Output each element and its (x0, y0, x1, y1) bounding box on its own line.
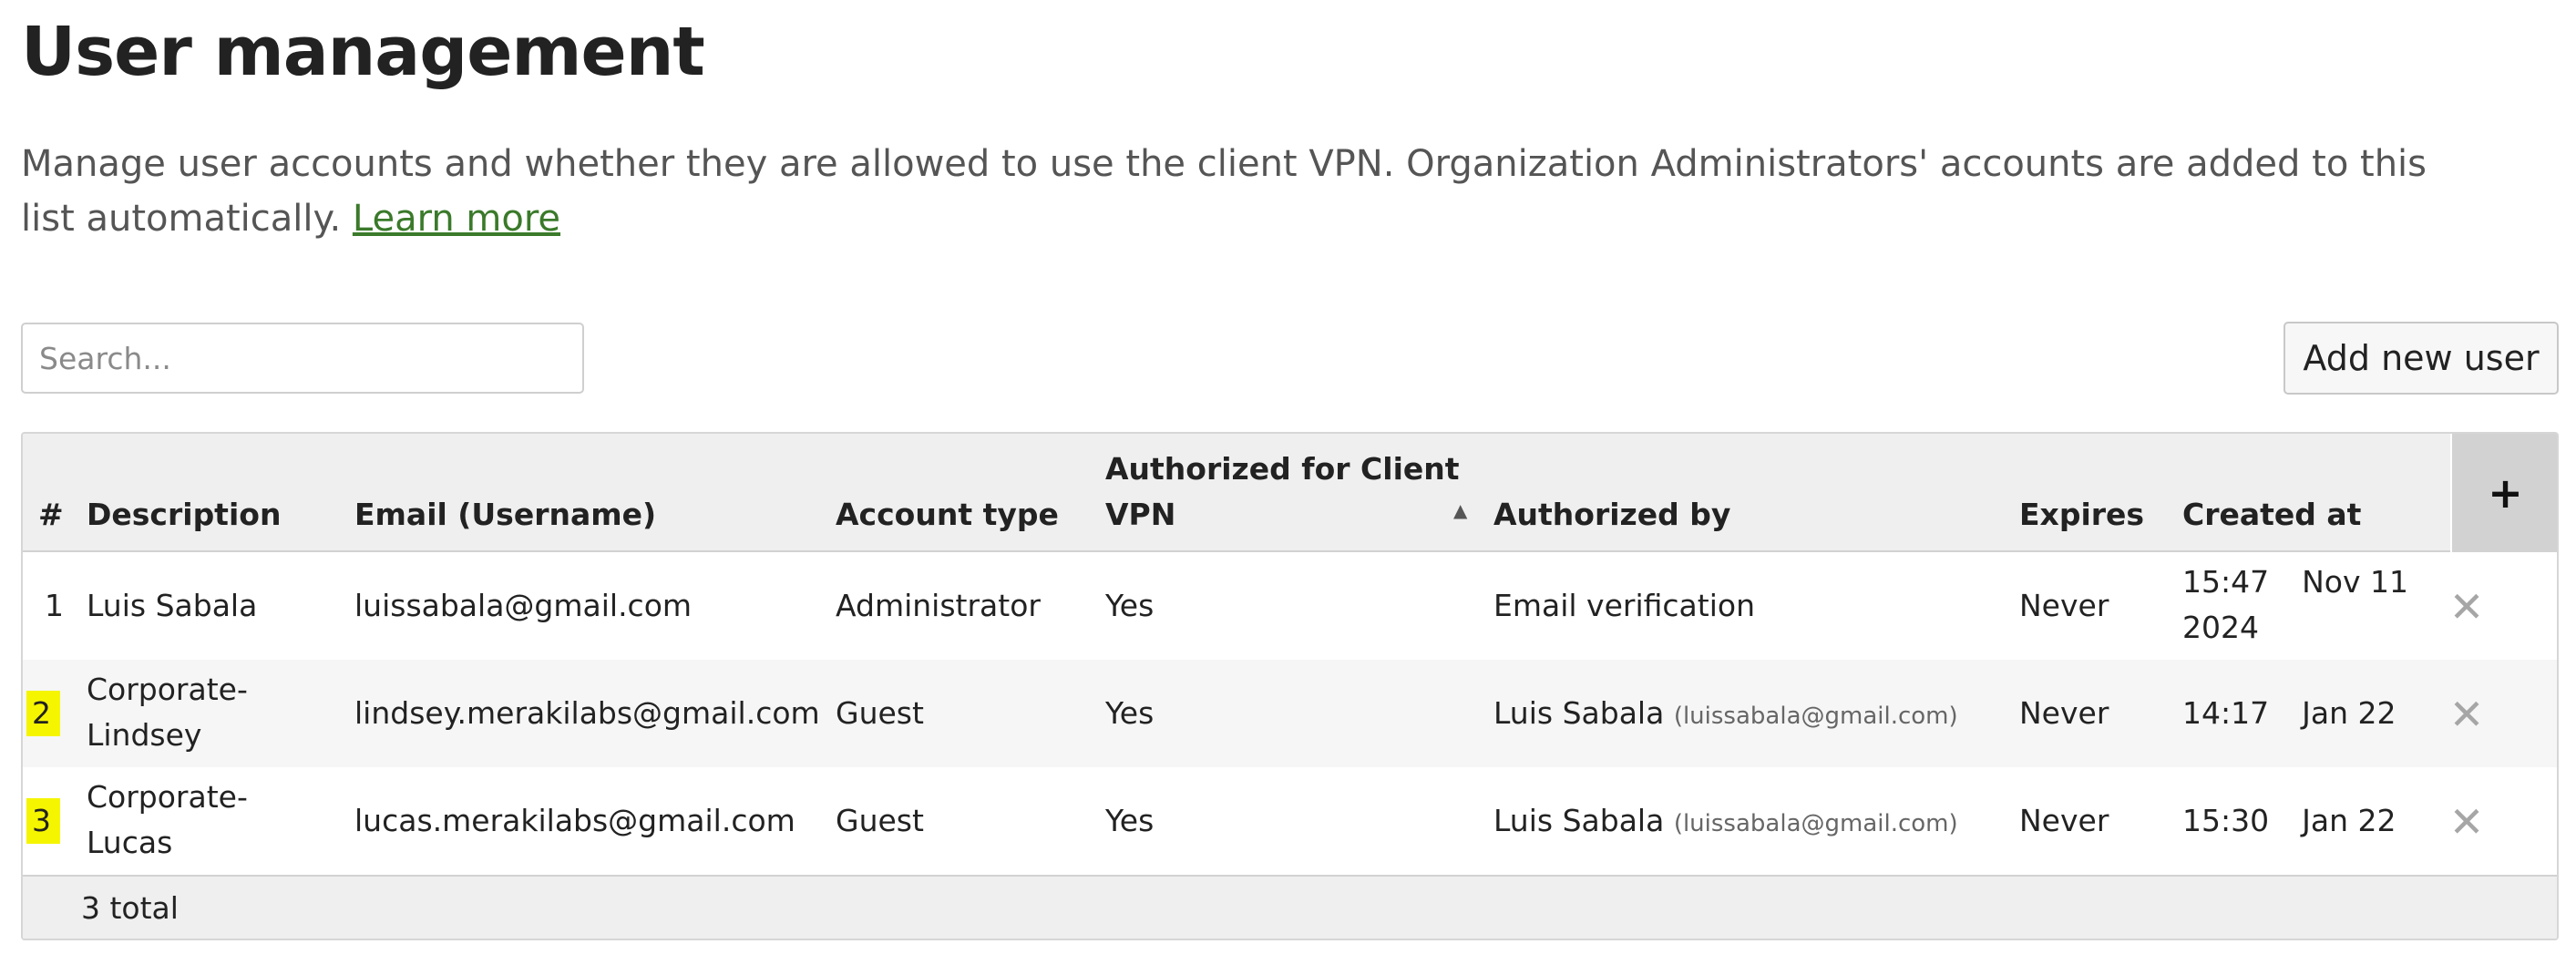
row-authorized-by: Luis Sabala (luissabala@gmail.com) (1493, 691, 1958, 739)
row-index-highlight: 2 (26, 691, 60, 736)
column-header-vpn-line1: Authorized for Client (1105, 451, 1460, 487)
column-header-description[interactable]: Description (87, 492, 281, 538)
row-created-time: 15:30 (2182, 803, 2270, 838)
row-created-at: 15:47 Nov 11 2024 (2182, 559, 2408, 651)
row-email: lindsey.merakilabs@gmail.com (354, 695, 820, 731)
table-row: 3 Corporate- Lucas lucas.merakilabs@gmai… (23, 767, 2557, 875)
row-created-date: Jan 22 (2302, 695, 2396, 731)
row-description: Luis Sabala (87, 588, 258, 623)
row-created-date: Nov 11 (2302, 564, 2408, 600)
column-header-expires[interactable]: Expires (2019, 492, 2144, 538)
row-index: 1 (45, 588, 64, 623)
column-header-email[interactable]: Email (Username) (354, 492, 656, 538)
row-created-date: Jan 22 (2302, 803, 2396, 838)
page-title: User management (21, 13, 705, 91)
column-header-index[interactable]: # (38, 492, 64, 538)
row-authorized-by-name: Luis Sabala (1493, 803, 1665, 838)
close-icon[interactable]: ✕ (2439, 795, 2494, 849)
row-index: 3 (26, 798, 60, 844)
row-authorized-vpn: Yes (1105, 588, 1155, 623)
column-header-authorized-by[interactable]: Authorized by (1493, 492, 1730, 538)
row-created-time: 15:47 (2182, 564, 2270, 600)
add-new-user-button[interactable]: Add new user (2284, 322, 2559, 395)
row-account-type: Administrator (836, 588, 1041, 623)
row-authorized-by-email: (luissabala@gmail.com) (1673, 703, 1958, 730)
row-authorized-vpn: Yes (1105, 695, 1155, 731)
row-authorized-by-email: (luissabala@gmail.com) (1673, 810, 1958, 837)
row-created-at: 14:17 Jan 22 (2182, 691, 2396, 736)
column-header-account-type[interactable]: Account type (836, 492, 1059, 538)
page-description: Manage user accounts and whether they ar… (21, 137, 2445, 246)
row-expires: Never (2019, 695, 2109, 731)
close-icon[interactable]: ✕ (2439, 687, 2494, 742)
row-created-year: 2024 (2182, 610, 2259, 645)
users-table: # Description Email (Username) Account t… (21, 432, 2559, 940)
learn-more-link[interactable]: Learn more (353, 198, 560, 240)
column-header-created-at[interactable]: Created at (2182, 492, 2361, 538)
column-header-authorized-vpn[interactable]: Authorized for Client VPN (1105, 446, 1460, 538)
row-created-time: 14:17 (2182, 695, 2270, 731)
row-created-at: 15:30 Jan 22 (2182, 798, 2396, 844)
row-authorized-by: Email verification (1493, 588, 1755, 623)
row-description-line1: Corporate- (87, 672, 248, 707)
row-description-line2: Lucas (87, 825, 173, 860)
row-description-line1: Corporate- (87, 779, 248, 815)
table-row: 2 Corporate- Lindsey lindsey.merakilabs@… (23, 660, 2557, 767)
row-authorized-by-name: Luis Sabala (1493, 695, 1665, 731)
row-description: Corporate- Lindsey (87, 667, 248, 758)
row-account-type: Guest (836, 803, 924, 838)
close-icon[interactable]: ✕ (2439, 580, 2494, 634)
row-authorized-by: Luis Sabala (luissabala@gmail.com) (1493, 798, 1958, 847)
row-authorized-vpn: Yes (1105, 803, 1155, 838)
plus-icon[interactable]: + (2452, 434, 2557, 552)
row-description: Corporate- Lucas (87, 775, 248, 866)
row-account-type: Guest (836, 695, 924, 731)
row-email: luissabala@gmail.com (354, 588, 693, 623)
row-index-highlight: 3 (26, 798, 60, 844)
table-header: # Description Email (Username) Account t… (23, 434, 2450, 552)
table-row: 1 Luis Sabala luissabala@gmail.com Admin… (23, 552, 2557, 660)
column-header-vpn-line2: VPN (1105, 497, 1176, 532)
row-description-line2: Lindsey (87, 717, 202, 753)
row-expires: Never (2019, 803, 2109, 838)
row-index: 2 (26, 691, 60, 736)
sort-ascending-icon[interactable]: ▲ (1453, 499, 1467, 521)
table-footer: 3 total (23, 875, 2557, 939)
search-input[interactable] (21, 323, 584, 394)
total-count: 3 total (81, 890, 179, 926)
row-email: lucas.merakilabs@gmail.com (354, 803, 795, 838)
row-expires: Never (2019, 588, 2109, 623)
